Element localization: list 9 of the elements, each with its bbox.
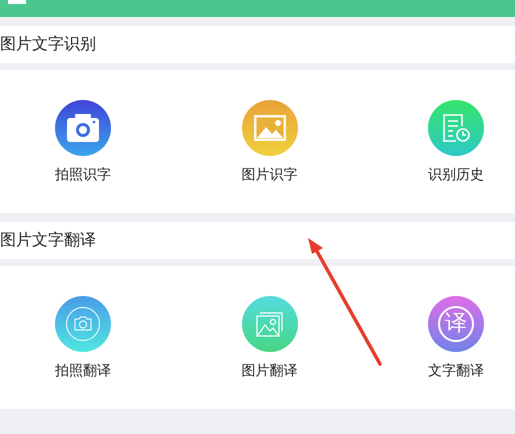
feature-item[interactable]: 图片翻译 bbox=[236, 296, 304, 380]
feature-item[interactable]: 识别历史 bbox=[422, 100, 490, 184]
feature-item[interactable]: 图片识字 bbox=[236, 100, 304, 184]
feature-item[interactable]: 拍照翻译 bbox=[49, 296, 117, 380]
section-title: 图片文字翻译 bbox=[0, 230, 96, 251]
feature-item[interactable]: 拍照识字 bbox=[49, 100, 117, 184]
translate-icon: 译 bbox=[428, 296, 484, 352]
feature-item[interactable]: 译 文字翻译 bbox=[422, 296, 490, 380]
section-title: 图片文字识别 bbox=[0, 34, 96, 55]
